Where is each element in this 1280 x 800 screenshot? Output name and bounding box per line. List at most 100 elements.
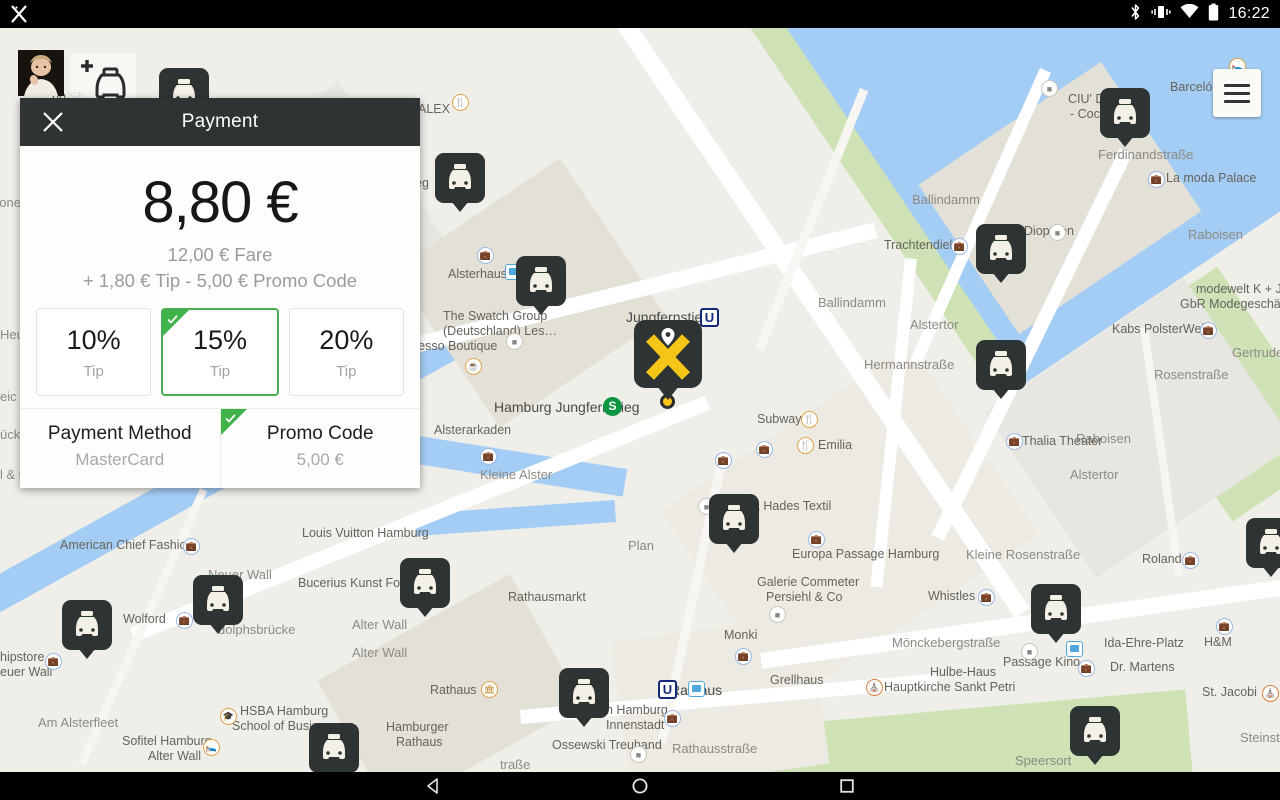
map-label: h Hamburg <box>606 703 668 717</box>
taxi-marker[interactable] <box>400 558 450 617</box>
check-icon <box>167 312 178 324</box>
payment-options-rows: Payment Method MasterCard Promo Code 5,0… <box>20 408 420 488</box>
tip-option-10[interactable]: 10% Tip <box>36 308 152 396</box>
promo-code-title: Promo Code <box>266 423 374 444</box>
poi-dot-icon: ■ <box>506 333 523 350</box>
map-label: Alter Wall <box>352 645 408 660</box>
poi-dot-icon: ■ <box>630 746 647 763</box>
taxi-marker[interactable] <box>976 224 1026 283</box>
home-circle-icon[interactable] <box>629 775 651 797</box>
restaurant-icon: 🍴 <box>797 437 814 454</box>
map-label: Alsterarkaden <box>434 423 512 437</box>
map-label: Alstertor <box>910 317 959 332</box>
map-label: Rathausstraße <box>672 741 758 756</box>
shop-icon: 💼 <box>735 648 752 665</box>
status-bar-system-icons: 16:22 <box>1129 0 1270 28</box>
map-label: American Chief Fashion <box>60 538 194 552</box>
map-label: dolphsbrücke <box>218 622 296 637</box>
shop-icon: 💼 <box>978 589 995 606</box>
map-label: Mönckebergstraße <box>892 635 1001 650</box>
taxi-marker[interactable] <box>709 494 759 553</box>
map-label: Innenstadt <box>606 718 665 732</box>
taxi-marker[interactable] <box>1100 88 1150 147</box>
shop-icon: 💼 <box>951 238 968 255</box>
map-label: Rathaus <box>430 683 477 697</box>
tip-option-20[interactable]: 20% Tip <box>288 308 404 396</box>
restaurant-icon: 🍴 <box>452 94 469 111</box>
map-label: Whistles <box>928 589 976 603</box>
close-icon[interactable] <box>42 111 64 133</box>
recents-square-icon[interactable] <box>836 775 858 797</box>
map-label: Ballindamm <box>912 192 980 207</box>
status-bar: 16:22 <box>0 0 1280 28</box>
map-label: Monki <box>724 628 758 642</box>
shop-icon: 💼 <box>1216 618 1233 635</box>
user-avatar[interactable] <box>18 50 64 96</box>
taxi-marker[interactable] <box>309 723 359 772</box>
tip-label: Tip <box>209 363 231 380</box>
bluetooth-icon <box>1129 3 1142 26</box>
map-label: St. Jacobi <box>1202 685 1257 699</box>
payment-dialog-body: 8,80 € 12,00 € Fare + 1,80 € Tip - 5,00 … <box>20 146 420 488</box>
taxi-marker[interactable] <box>62 600 112 659</box>
map-label: Alstertor <box>1070 467 1119 482</box>
tip-option-15[interactable]: 15% Tip <box>161 308 279 396</box>
shop-icon: 💼 <box>480 448 497 465</box>
map-label: Rosenstraße <box>1154 367 1229 382</box>
map-label: Kleine Alster <box>480 467 553 482</box>
taxi-marker[interactable] <box>559 668 609 727</box>
shop-icon: 💼 <box>1200 322 1217 339</box>
tip-percent: 20% <box>319 325 374 355</box>
promo-code-row[interactable]: Promo Code 5,00 € <box>219 409 421 488</box>
shop-icon: 💼 <box>183 538 200 555</box>
map-label: Kabs PolsterWelt <box>1112 322 1208 336</box>
battery-icon <box>1208 3 1219 26</box>
taxi-marker[interactable] <box>1070 706 1120 765</box>
taxi-marker[interactable] <box>193 575 243 634</box>
shop-icon: 💼 <box>664 710 681 727</box>
tip-label: Tip <box>83 363 104 380</box>
status-bar-app-icons <box>8 0 30 28</box>
taxi-marker[interactable] <box>976 340 1026 399</box>
taxi-marker[interactable] <box>1031 584 1081 643</box>
taxi-marker[interactable] <box>1246 518 1280 577</box>
map-label: HSBA Hamburg <box>240 704 329 718</box>
taxi-marker[interactable] <box>435 153 485 212</box>
shop-icon: 💼 <box>715 452 732 469</box>
back-triangle-icon[interactable] <box>422 775 444 797</box>
map-label: Gertrudenkirchhof <box>1232 345 1280 360</box>
poi-dot-icon: ■ <box>1021 643 1038 660</box>
shop-icon: 💼 <box>1006 433 1023 450</box>
shop-icon: 💼 <box>45 653 62 670</box>
map-label: modewelt K + J <box>1196 282 1280 296</box>
cafe-icon: ☕ <box>465 358 482 375</box>
shop-icon: 💼 <box>808 531 825 548</box>
fare-line: 12,00 € Fare <box>167 244 273 265</box>
map-label: Alsterhaus <box>448 267 508 281</box>
payment-dialog-header: Payment <box>20 98 420 146</box>
map-label: Speersort <box>1015 753 1072 768</box>
tip-percent: 10% <box>66 325 121 355</box>
school-icon: 🎓 <box>220 708 237 725</box>
map-label: Alter Wall <box>148 749 202 763</box>
townhall-icon: 🏛 <box>481 681 498 698</box>
map-label: Europa Passage Hamburg <box>792 547 940 561</box>
poi-dot-icon: ■ <box>1041 80 1058 97</box>
payment-method-row[interactable]: Payment Method MasterCard <box>20 409 220 488</box>
map-label: Sofitel Hamburg <box>122 734 212 748</box>
android-screen: 16:22 ALEX Alsterhaus The Swatch Group (… <box>0 0 1280 800</box>
map-label: Steinst <box>1240 730 1280 745</box>
hamburger-menu-icon[interactable] <box>1213 69 1261 117</box>
map-label: Galerie Commeter <box>757 575 860 589</box>
transit-icon <box>688 681 705 697</box>
map-label: Hermannstraße <box>864 357 955 372</box>
map-label: Emilia <box>818 438 853 452</box>
vibrate-icon <box>1151 4 1172 25</box>
map-label: Raboisen <box>1188 227 1243 242</box>
x-taxi-pin-icon[interactable] <box>634 320 702 400</box>
check-icon <box>224 411 236 423</box>
map-label: Grellhaus <box>770 673 824 687</box>
transit-icon <box>1066 641 1083 657</box>
taxi-marker[interactable] <box>516 256 566 315</box>
map-label: GbR Modegeschäft <box>1180 297 1280 311</box>
